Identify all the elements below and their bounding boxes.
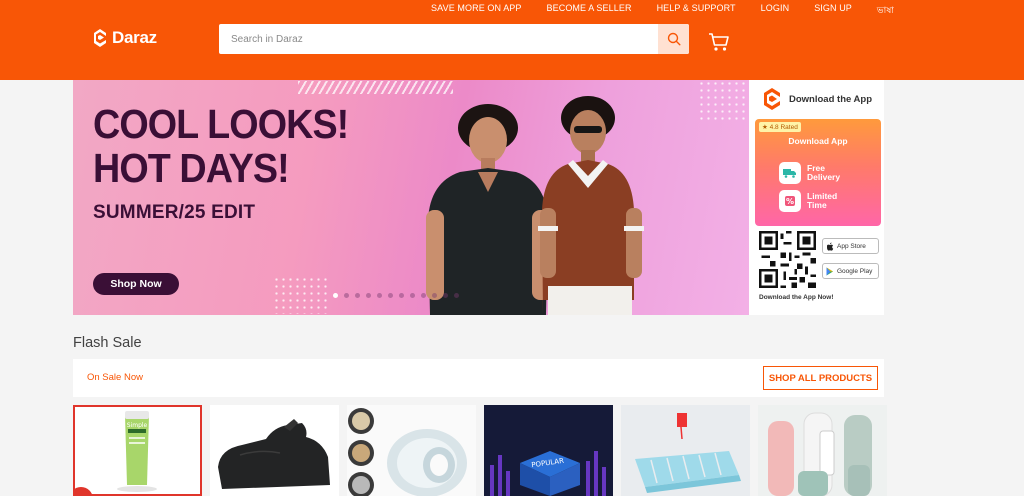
download-app-now-text: Download the App Now! [759, 294, 834, 301]
google-play-icon [826, 267, 833, 275]
rating-text: 4.8 Rated [769, 124, 798, 131]
product-image-toothbrush-cups [758, 405, 887, 496]
daraz-app-icon [764, 88, 780, 110]
product-image-pop-it-toy: POPULAR [484, 405, 613, 496]
hero-models-image [426, 96, 644, 315]
flash-sale-bar: On Sale Now SHOP ALL PRODUCTS [73, 359, 884, 397]
perk-limited-time: % Limited Time [779, 190, 847, 212]
cart-icon [709, 33, 729, 51]
top-header: SAVE MORE ON APP BECOME A SELLER HELP & … [0, 0, 1024, 80]
app-store-button[interactable]: App Store [822, 238, 879, 254]
app-store-label: App Store [837, 242, 866, 250]
app-download-panel: Download the App ★ 4.8 Rated Download Ap… [749, 80, 884, 315]
google-play-button[interactable]: Google Play [822, 263, 879, 279]
carousel-dot[interactable] [454, 293, 459, 298]
hero-subtitle: SUMMER/25 EDIT [93, 202, 256, 223]
shop-all-products-button[interactable]: SHOP ALL PRODUCTS [763, 366, 878, 390]
decorative-dot-grid [273, 276, 329, 314]
carousel-dot[interactable] [410, 293, 415, 298]
become-a-seller-link[interactable]: BECOME A SELLER [547, 3, 632, 18]
carousel-dot[interactable] [355, 293, 360, 298]
carousel-dot[interactable] [333, 293, 338, 298]
flash-sale-products: Simple POPULAR [73, 405, 887, 496]
carousel-dot[interactable] [377, 293, 382, 298]
download-app-label: Download App [788, 136, 848, 146]
carousel-dot[interactable] [399, 293, 404, 298]
search-button[interactable] [658, 24, 689, 54]
hero-banner[interactable]: COOL LOOKS! HOT DAYS! SUMMER/25 EDIT Sho… [73, 80, 749, 315]
product-image-face-wash: Simple [75, 411, 157, 494]
login-link[interactable]: LOGIN [761, 3, 790, 18]
save-more-on-app-link[interactable]: SAVE MORE ON APP [431, 3, 521, 18]
carousel-dot[interactable] [432, 293, 437, 298]
apple-icon [827, 242, 834, 251]
carousel-dot[interactable] [344, 293, 349, 298]
carousel-dot[interactable] [388, 293, 393, 298]
carousel-dots [333, 293, 459, 298]
shop-now-button[interactable]: Shop Now [93, 273, 179, 295]
daraz-logo[interactable]: Daraz [92, 27, 157, 49]
google-play-label: Google Play [837, 267, 873, 275]
sign-up-link[interactable]: SIGN UP [814, 3, 852, 18]
hero-headline-line-1: COOL LOOKS! [93, 101, 349, 147]
svg-text:%: % [786, 197, 794, 206]
flash-sale-title: Flash Sale [73, 335, 142, 351]
product-card[interactable] [347, 405, 476, 496]
top-links: SAVE MORE ON APP BECOME A SELLER HELP & … [406, 3, 894, 18]
product-image-bike-cover [218, 419, 330, 489]
app-panel-header: Download the App [762, 87, 872, 111]
search-bar [219, 24, 689, 54]
product-card[interactable] [210, 405, 339, 496]
hero-headline-line-2: HOT DAYS! [93, 145, 290, 191]
hero-headline: COOL LOOKS! HOT DAYS! [93, 101, 349, 191]
qr-code-image [759, 231, 816, 288]
carousel-dot[interactable] [366, 293, 371, 298]
perk-label: Limited Time [807, 191, 838, 210]
product-image-double-sided-tape [347, 405, 476, 496]
language-link[interactable]: ভাষা [877, 3, 894, 18]
perk-label: Free Delivery [807, 163, 841, 182]
perk-free-delivery: Free Delivery [779, 162, 847, 184]
search-icon [667, 32, 681, 46]
decorative-dot-grid [698, 80, 748, 122]
logo-text: Daraz [112, 28, 157, 47]
carousel-dot[interactable] [421, 293, 426, 298]
help-support-link[interactable]: HELP & SUPPORT [657, 3, 736, 18]
product-card[interactable]: POPULAR [484, 405, 613, 496]
percent-tag-icon: % [779, 190, 801, 212]
rating-badge: ★ 4.8 Rated [759, 122, 801, 132]
product-image-wall-shelf [621, 405, 750, 496]
app-panel-title: Download the App [789, 93, 873, 105]
product-card[interactable] [621, 405, 750, 496]
delivery-truck-icon [779, 162, 801, 184]
product-brand-text: Simple [127, 422, 148, 429]
daraz-logo-icon [94, 29, 106, 47]
search-input[interactable] [219, 24, 657, 54]
cart-button[interactable] [708, 32, 730, 57]
on-sale-now-label: On Sale Now [87, 372, 143, 383]
product-card[interactable] [758, 405, 887, 496]
carousel-dot[interactable] [443, 293, 448, 298]
download-app-card[interactable]: ★ 4.8 Rated Download App Free Delivery %… [755, 119, 881, 226]
product-card[interactable]: Simple [73, 405, 202, 496]
